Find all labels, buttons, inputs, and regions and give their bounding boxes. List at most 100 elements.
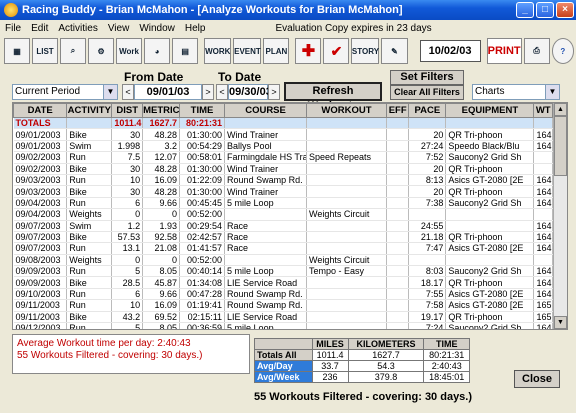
from-date-field[interactable]: 09/01/03: [134, 84, 202, 100]
menu-window[interactable]: Window: [134, 23, 180, 34]
clear-filters-button[interactable]: Clear All Filters: [390, 85, 464, 100]
cell-course: LIE Service Road: [224, 276, 308, 289]
cell-metric: 69.52: [142, 311, 180, 324]
story-button[interactable]: STORY: [351, 38, 380, 64]
col-course[interactable]: COURSE: [224, 103, 308, 118]
table-row[interactable]: 09/11/2003 Run 10 16.09 01:19:41 Round Swamp …: [13, 299, 553, 312]
workouts-grid[interactable]: DATE ACTIVITY DIST METRIC TIME COURSE WO…: [12, 102, 568, 330]
from-next-button[interactable]: >: [202, 84, 214, 100]
menu-view[interactable]: View: [103, 23, 135, 34]
cell-date: 09/12/2003: [13, 322, 68, 329]
chevron-down-icon[interactable]: ▼: [545, 85, 559, 99]
table-row[interactable]: 09/03/2003 Run 10 16.09 01:22:09 Round Swamp …: [13, 174, 553, 187]
bike-icon[interactable]: ⚙: [88, 38, 115, 64]
checklist-icon[interactable]: ✔: [323, 38, 350, 64]
explorer-icon[interactable]: ⌕: [60, 38, 87, 64]
col-workout[interactable]: WORKOUT: [306, 103, 387, 118]
cell-eff: [386, 242, 410, 255]
table-row[interactable]: 09/04/2003 Run 6 9.66 00:45:45 5 mile Loop 7:3…: [13, 197, 553, 210]
cell-metric: 45.87: [142, 276, 180, 289]
col-date[interactable]: DATE: [13, 103, 68, 118]
menu-bar: File Edit Activities View Window Help Ev…: [0, 20, 576, 36]
cell-time: 02:15:11: [179, 311, 226, 324]
cell-eff: [386, 276, 410, 289]
cell-wt: 164: [533, 231, 553, 244]
cell-course: 5 mile Loop: [224, 265, 308, 278]
summary-km: 1627.7: [347, 349, 425, 361]
list-label: LIST: [36, 46, 54, 56]
scroll-up-icon[interactable]: ▲: [554, 103, 567, 116]
cell-course: Round Swamp Rd.: [224, 299, 308, 312]
summary-row-label: Avg/Week: [254, 371, 313, 383]
menu-edit[interactable]: Edit: [26, 23, 53, 34]
help-icon[interactable]: ?: [551, 38, 574, 64]
table-row[interactable]: 09/03/2003 Bike 30 48.28 01:30:00 Wind Traine…: [13, 185, 553, 198]
print-button[interactable]: PRINT: [486, 38, 522, 64]
cell-eff: [386, 311, 410, 324]
menu-activities[interactable]: Activities: [53, 23, 102, 34]
col-metric[interactable]: METRIC: [142, 103, 180, 118]
scroll-down-icon[interactable]: ▼: [554, 316, 567, 329]
summary-miles: 236: [311, 371, 349, 383]
event-button[interactable]: EVENT: [233, 38, 262, 64]
table-row[interactable]: 09/07/2003 Bike 57.53 92.58 02:42:57 Race 21.1…: [13, 231, 553, 244]
table-row[interactable]: 09/08/2003 Weights 0 0 00:52:00 Weights Circu…: [13, 254, 553, 267]
menu-help[interactable]: Help: [180, 23, 211, 34]
table-row[interactable]: 09/07/2003 Swim 1.2 1.93 00:29:54 Race 24:55 16…: [13, 220, 553, 232]
cell-wt: [533, 254, 553, 267]
work-gear-button[interactable]: WORK: [204, 38, 232, 64]
to-prev-button[interactable]: <: [216, 84, 228, 100]
cell-wt: 164: [533, 128, 553, 141]
printer-icon[interactable]: ⎙: [523, 38, 550, 64]
table-row[interactable]: 09/02/2003 Bike 30 48.28 01:30:00 Wind Traine…: [13, 163, 553, 175]
table-row[interactable]: 09/04/2003 Weights 0 0 00:52:00 Weights Circu…: [13, 208, 553, 221]
minimize-icon[interactable]: _: [516, 2, 534, 18]
cell-time: 00:40:14: [179, 265, 226, 278]
table-row[interactable]: 09/09/2003 Bike 28.5 45.87 01:34:08 LIE Servi…: [13, 276, 553, 289]
col-equipment[interactable]: EQUIPMENT: [445, 103, 535, 118]
totals-metric: 1627.7: [142, 117, 180, 130]
plan-button[interactable]: PLAN: [263, 38, 290, 64]
set-filters-button[interactable]: Set Filters: [390, 70, 464, 85]
notepad-icon[interactable]: ✎: [381, 38, 408, 64]
list-button[interactable]: LIST: [32, 38, 59, 64]
pie-chart-icon[interactable]: ◕: [144, 38, 171, 64]
vertical-scrollbar[interactable]: ▲ ▼: [553, 103, 567, 329]
col-pace[interactable]: PACE: [408, 103, 447, 118]
table-row[interactable]: 09/07/2003 Run 13.1 21.08 01:41:57 Race 7:47 As…: [13, 242, 553, 255]
refresh-workouts-button[interactable]: Refresh Workouts: [284, 82, 382, 112]
close-icon[interactable]: ×: [556, 2, 574, 18]
col-activity[interactable]: ACTIVITY: [66, 103, 113, 118]
summary-km-header: KILOMETERS: [347, 338, 425, 350]
cell-eff: [386, 288, 410, 301]
to-date-field[interactable]: 09/30/03: [228, 84, 272, 100]
table-row[interactable]: 09/09/2003 Run 5 8.05 00:40:14 5 mile Loop Tem…: [13, 265, 553, 278]
col-wt[interactable]: WT: [533, 103, 553, 118]
first-aid-icon[interactable]: ✚: [295, 38, 322, 64]
from-prev-button[interactable]: <: [122, 84, 134, 100]
totals-time: 80:21:31: [179, 117, 226, 130]
table-row[interactable]: 09/01/2003 Bike 30 48.28 01:30:00 Wind Traine…: [13, 128, 553, 141]
col-time[interactable]: TIME: [178, 103, 226, 118]
work-button[interactable]: Work: [116, 38, 143, 64]
table-row[interactable]: 09/01/2003 Swim 1.998 3.2 00:54:29 Ballys Poo…: [13, 140, 553, 153]
col-eff[interactable]: EFF: [385, 103, 410, 118]
table-row[interactable]: 09/11/2003 Bike 43.2 69.52 02:15:11 LIE Servi…: [13, 311, 553, 324]
charts-select[interactable]: Charts ▼: [472, 84, 560, 100]
scroll-thumb[interactable]: [554, 116, 567, 176]
table-row[interactable]: 09/12/2003 Run 5 8.05 00:36:59 5 mile Loop 7:2…: [13, 322, 553, 329]
table-row[interactable]: 09/10/2003 Run 6 9.66 00:47:28 Round Swamp Rd…: [13, 288, 553, 301]
chevron-down-icon[interactable]: ▼: [103, 85, 117, 99]
grid-icon[interactable]: ▤: [172, 38, 199, 64]
menu-file[interactable]: File: [0, 23, 26, 34]
period-select[interactable]: Current Period ▼: [12, 84, 118, 100]
col-dist[interactable]: DIST: [111, 103, 144, 118]
calendar-icon[interactable]: ▦: [4, 38, 31, 64]
table-row[interactable]: 09/02/2003 Run 7.5 12.07 00:58:01 Farmingdale…: [13, 151, 553, 164]
close-button[interactable]: Close: [514, 370, 560, 388]
cell-eff: [386, 185, 410, 198]
cell-course: Round Swamp Rd.: [224, 174, 308, 187]
maximize-icon[interactable]: □: [536, 2, 554, 18]
to-next-button[interactable]: >: [268, 84, 280, 100]
cell-workout: [306, 140, 387, 153]
